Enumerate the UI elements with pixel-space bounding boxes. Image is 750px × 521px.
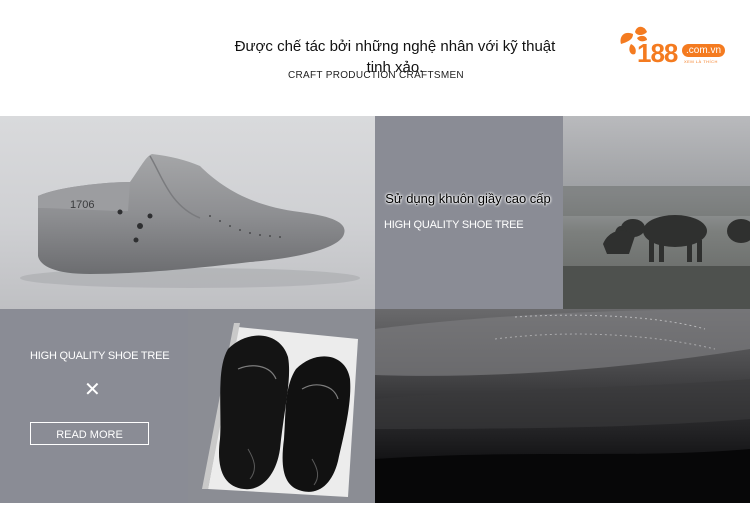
- leather-closeup-illustration: [375, 309, 750, 503]
- shoe-last-photo: 1706: [0, 116, 375, 309]
- logo-number[interactable]: 188: [637, 38, 678, 69]
- leather-closeup-photo: [375, 309, 750, 503]
- feature-subtitle: HIGH QUALITY SHOE TREE: [384, 219, 524, 231]
- logo-tagline: XEM LÀ THÍCH: [684, 59, 718, 64]
- cattle-illustration: [563, 186, 750, 309]
- cross-icon: ✕: [84, 377, 101, 401]
- page-subheading: CRAFT PRODUCTION CRAFTSMEN: [288, 70, 464, 81]
- shoe-last-number: 1706: [70, 199, 94, 211]
- read-more-button[interactable]: READ MORE: [30, 422, 149, 445]
- shoes-photo: [188, 309, 375, 503]
- feature-title: Sử dụng khuôn giầy cao cấp: [385, 191, 551, 206]
- logo-domain: .com.vn: [682, 44, 726, 57]
- cattle-photo: [563, 116, 750, 309]
- promo-panel-gray: [0, 309, 188, 503]
- shoe-last-illustration: 1706: [20, 154, 360, 288]
- promo-subtitle: HIGH QUALITY SHOE TREE: [30, 350, 170, 362]
- shoes-illustration: [202, 323, 358, 497]
- feature-panel-gray: [375, 116, 563, 309]
